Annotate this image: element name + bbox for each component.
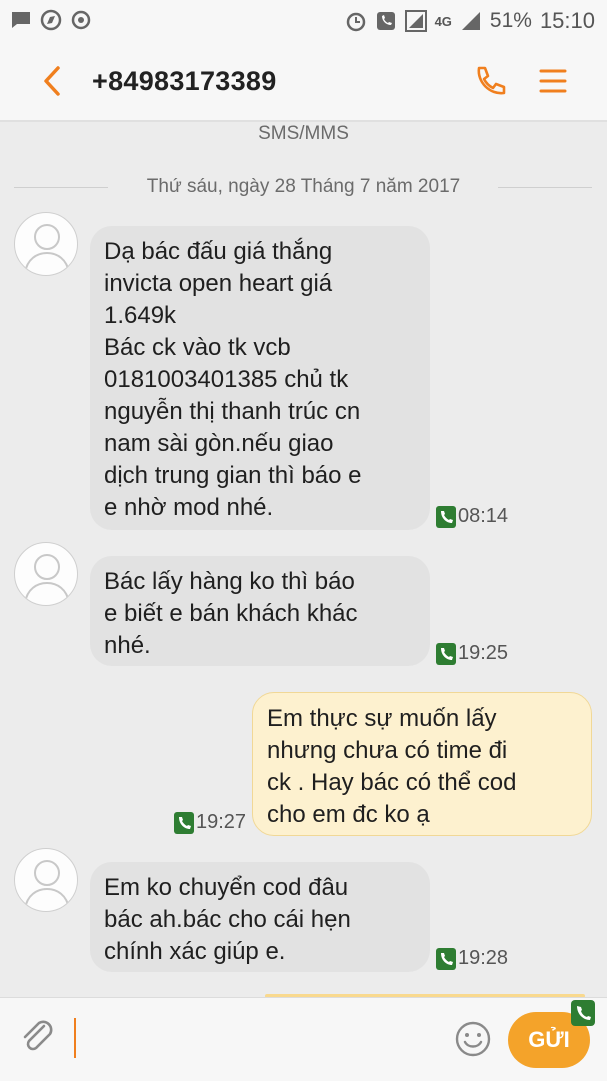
message-meta: 19:25 [436, 642, 508, 665]
clock: 15:10 [539, 8, 595, 33]
signal-icon [404, 10, 427, 32]
message-time: 19:28 [458, 947, 509, 969]
phone-badge-icon [436, 505, 456, 528]
message-time: 19:27 [196, 811, 247, 833]
message-icon [12, 12, 30, 28]
emoji-icon[interactable] [454, 1020, 492, 1058]
back-arrow-icon[interactable] [36, 62, 72, 100]
person-icon [24, 224, 70, 274]
avatar[interactable] [14, 848, 78, 912]
sync-icon [71, 10, 91, 30]
avatar[interactable] [14, 542, 78, 606]
network-type: 4G [434, 13, 452, 29]
status-bar: 4G 51% 15:10 [0, 0, 607, 42]
message-meta: 19:28 [436, 947, 508, 970]
battery-percent: 51% [489, 9, 532, 32]
phone-badge-icon [436, 642, 456, 665]
phone-badge-icon [571, 1000, 595, 1026]
phone-icon[interactable] [470, 62, 510, 102]
message-time: 08:14 [458, 505, 509, 527]
phone-call-icon [376, 12, 395, 30]
compass-icon [40, 9, 62, 31]
cell-signal-icon [461, 12, 480, 30]
menu-icon[interactable] [538, 66, 568, 96]
message-time: 19:25 [458, 642, 509, 664]
message-bubble[interactable]: Em thực sự muốn lấy nhưng chưa có time đ… [252, 692, 592, 836]
contact-title: +84983173389 [92, 66, 277, 96]
phone-badge-icon [174, 811, 194, 834]
avatar[interactable] [14, 212, 78, 276]
phone-badge-icon [436, 947, 456, 970]
date-separator: Thứ sáu, ngày 28 Tháng 7 năm 2017 [0, 172, 607, 204]
message-bubble[interactable]: Dạ bác đấu giá thắng invicta open heart … [90, 226, 430, 530]
message-input[interactable] [74, 1018, 434, 1058]
alarm-icon [346, 12, 365, 32]
person-icon [24, 554, 70, 604]
message-meta: 19:27 [174, 811, 246, 834]
conversation-header: +84983173389 [0, 42, 607, 122]
message-bubble[interactable]: Bác lấy hàng ko thì báo e biết e bán khá… [90, 556, 430, 666]
paperclip-icon[interactable] [20, 1018, 56, 1058]
message-meta: 08:14 [436, 505, 508, 528]
message-bubble[interactable]: Em ko chuyển cod đâu bác ah.bác cho cái … [90, 862, 430, 972]
channel-label: SMS/MMS [258, 123, 349, 144]
person-icon [24, 860, 70, 910]
